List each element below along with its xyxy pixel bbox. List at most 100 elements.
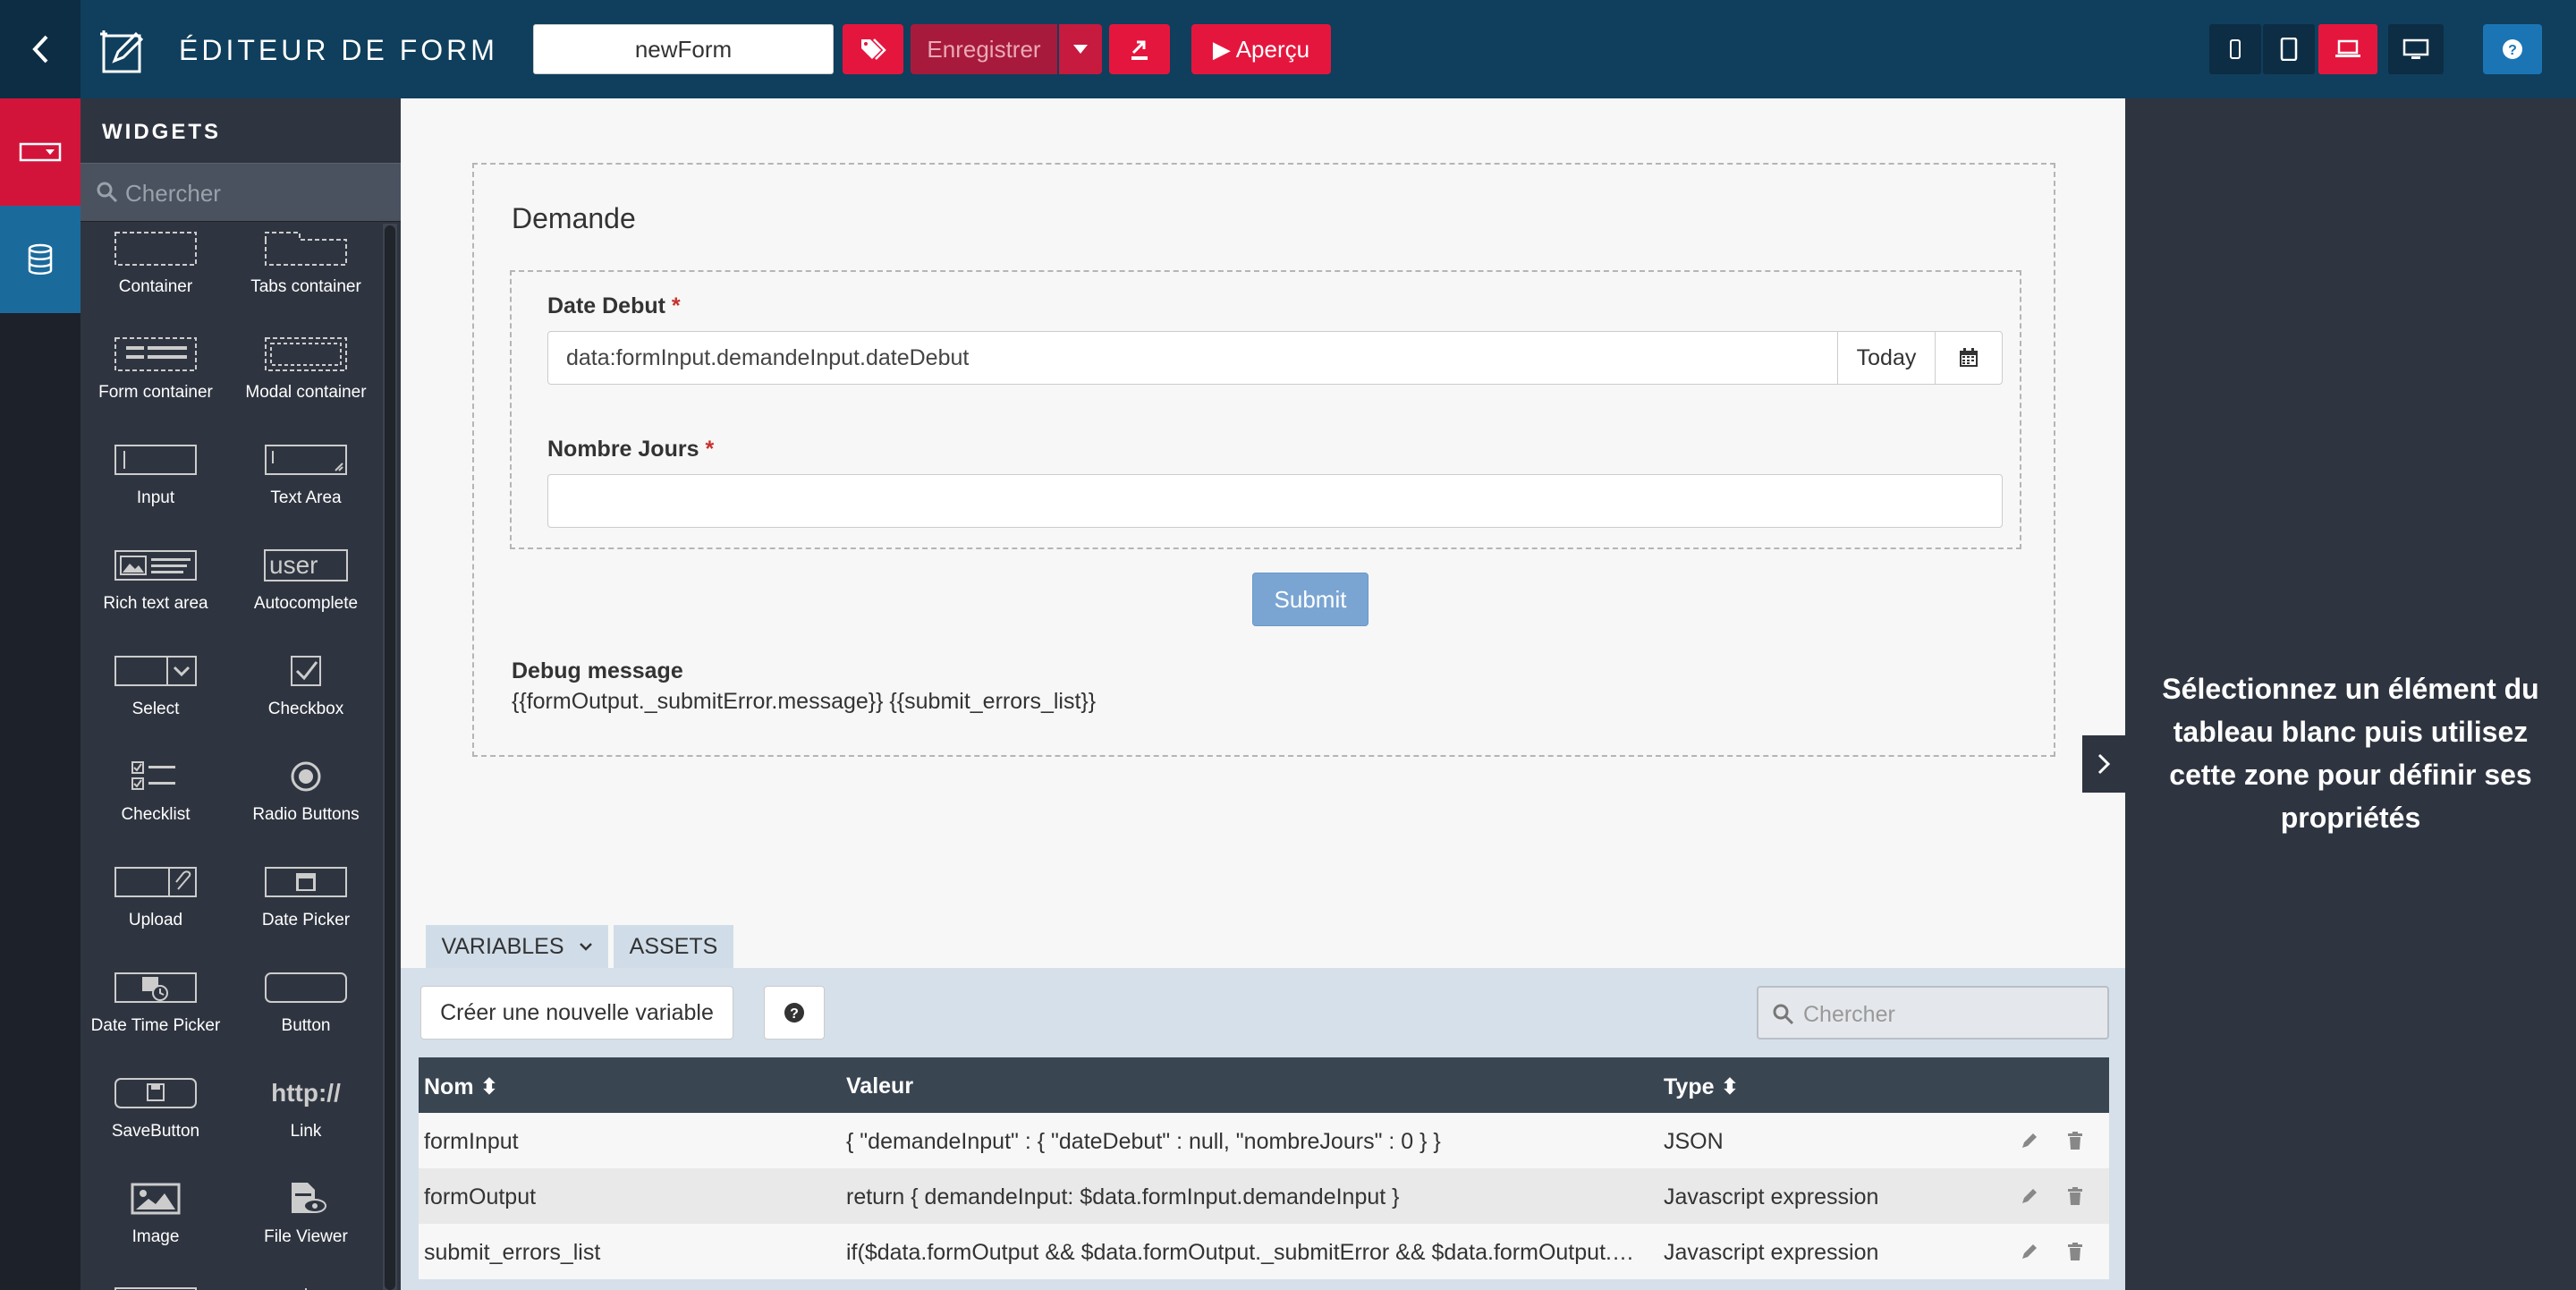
trash-icon[interactable] xyxy=(2066,1186,2084,1206)
widget-link[interactable]: http:// Link xyxy=(231,1068,381,1174)
table-row[interactable]: submit_errors_list if($data.formOutput &… xyxy=(419,1224,2109,1279)
widget-partial-2[interactable] xyxy=(231,1279,381,1290)
widgets-panel: WIDGETS Chercher Container Tabs containe… xyxy=(80,98,401,1290)
widget-upload[interactable]: Upload xyxy=(80,857,231,963)
checkbox-icon xyxy=(291,656,321,686)
save-button-icon xyxy=(114,1078,197,1108)
modal-container-icon xyxy=(265,337,347,371)
variable-type: Javascript expression xyxy=(1664,1240,1879,1265)
variables-search-input[interactable]: Chercher xyxy=(1757,986,2109,1040)
widget-form-container[interactable]: Form container xyxy=(80,329,231,435)
submit-button[interactable]: Submit xyxy=(1252,573,1368,626)
form-name-input[interactable] xyxy=(533,24,834,74)
text-area-icon xyxy=(265,445,347,475)
tags-button[interactable] xyxy=(843,24,903,74)
widget-file-viewer[interactable]: File Viewer xyxy=(231,1174,381,1279)
column-value-header: Valeur xyxy=(846,1074,914,1099)
expand-properties-button[interactable] xyxy=(2082,735,2125,793)
preview-button[interactable]: ▶ Aperçu xyxy=(1191,24,1331,74)
form-fields-container[interactable]: Date Debut * data:formInput.demandeInput… xyxy=(510,270,2021,549)
edit-icon[interactable] xyxy=(2020,1186,2039,1206)
widget-partial-1[interactable] xyxy=(80,1279,231,1290)
table-row[interactable]: formOutput return { demandeInput: $data.… xyxy=(419,1168,2109,1224)
upload-icon xyxy=(114,867,197,897)
calendar-icon xyxy=(1960,348,1978,367)
widgets-icon xyxy=(19,142,62,162)
widget-modal-container[interactable]: Modal container xyxy=(231,329,381,435)
widget-text-area[interactable]: Text Area xyxy=(231,435,381,540)
rail-data-tab[interactable] xyxy=(0,206,80,313)
new-variable-button[interactable]: Créer une nouvelle variable xyxy=(420,986,733,1040)
page-title: ÉDITEUR DE FORM xyxy=(179,34,498,66)
back-button[interactable] xyxy=(0,0,80,98)
variables-table-header: Nom ⬍ Valeur Type ⬍ xyxy=(419,1057,2109,1113)
variable-name: formOutput xyxy=(424,1184,537,1209)
widget-input[interactable]: Input xyxy=(80,435,231,540)
widget-rich-text-area[interactable]: Rich text area xyxy=(80,540,231,646)
help-button[interactable]: ? xyxy=(2483,24,2542,74)
column-name-header[interactable]: Nom ⬍ xyxy=(424,1074,498,1100)
caret-down-icon xyxy=(1073,45,1088,54)
button-icon xyxy=(265,972,347,1003)
top-bar: ÉDITEUR DE FORM Enregistrer ▶ Aperçu ? xyxy=(0,0,2576,98)
desktop-icon xyxy=(2402,38,2429,59)
widgets-scrollbar-thumb[interactable] xyxy=(385,225,395,1290)
device-phone-button[interactable] xyxy=(2209,24,2261,74)
widget-date-time-picker[interactable]: Date Time Picker xyxy=(80,963,231,1068)
device-tablet-button[interactable] xyxy=(2263,24,2315,74)
widget-checkbox[interactable]: Checkbox xyxy=(231,646,381,751)
rich-text-icon xyxy=(114,550,197,581)
widget-tabs-container[interactable]: Tabs container xyxy=(231,224,381,329)
widget-image[interactable]: Image xyxy=(80,1174,231,1279)
left-rail xyxy=(0,98,80,1290)
device-desktop-button[interactable] xyxy=(2388,24,2444,74)
widget-button[interactable]: Button xyxy=(231,963,381,1068)
widget-select[interactable]: Select xyxy=(80,646,231,751)
edit-icon[interactable] xyxy=(2020,1242,2039,1261)
widget-container[interactable]: Container xyxy=(80,224,231,329)
image-icon xyxy=(131,1183,181,1215)
trash-icon[interactable] xyxy=(2066,1131,2084,1150)
container-icon xyxy=(114,232,197,266)
variables-help-button[interactable]: ? xyxy=(764,986,825,1040)
nombre-jours-label-text: Nombre Jours xyxy=(547,437,699,462)
tab-assets[interactable]: ASSETS xyxy=(614,925,733,968)
question-icon: ? xyxy=(2503,39,2522,59)
save-dropdown-button[interactable] xyxy=(1059,24,1102,74)
device-laptop-button[interactable] xyxy=(2318,24,2377,74)
today-button[interactable]: Today xyxy=(1837,331,1936,385)
variables-search-placeholder: Chercher xyxy=(1803,1002,1895,1027)
save-button[interactable]: Enregistrer xyxy=(911,24,1057,74)
svg-text:?: ? xyxy=(790,1006,799,1022)
widgets-title: WIDGETS xyxy=(102,120,221,144)
trash-icon[interactable] xyxy=(2066,1242,2084,1261)
chevron-right-icon xyxy=(2097,753,2111,775)
calendar-button[interactable] xyxy=(1935,331,2003,385)
table-row[interactable]: formInput { "demandeInput" : { "dateDebu… xyxy=(419,1113,2109,1168)
widget-checklist[interactable]: Checklist xyxy=(80,751,231,857)
widget-save-button[interactable]: SaveButton xyxy=(80,1068,231,1174)
date-debut-input[interactable]: data:formInput.demandeInput.dateDebut xyxy=(547,331,1839,385)
export-button[interactable] xyxy=(1109,24,1170,74)
column-type-header[interactable]: Type ⬍ xyxy=(1664,1074,1739,1100)
question-icon: ? xyxy=(784,1003,804,1023)
form-editor-icon xyxy=(100,30,144,73)
date-debut-value: data:formInput.demandeInput.dateDebut xyxy=(566,344,970,370)
form-container[interactable]: Demande Date Debut * data:formInput.dema… xyxy=(472,163,2055,757)
rail-widgets-tab[interactable] xyxy=(0,98,80,206)
edit-icon[interactable] xyxy=(2020,1131,2039,1150)
widget-autocomplete[interactable]: user Autocomplete xyxy=(231,540,381,646)
select-icon xyxy=(114,656,197,686)
nombre-jours-label: Nombre Jours * xyxy=(547,437,714,463)
search-icon xyxy=(97,182,118,203)
widget-date-picker[interactable]: Date Picker xyxy=(231,857,381,963)
sort-icon: ⬍ xyxy=(479,1074,499,1099)
tabs-container-icon xyxy=(265,232,347,266)
tab-variables-label: VARIABLES xyxy=(441,933,564,959)
tags-icon xyxy=(861,38,886,60)
widget-radio-buttons[interactable]: Radio Buttons xyxy=(231,751,381,857)
properties-panel: Sélectionnez un élément du tableau blanc… xyxy=(2125,98,2576,1290)
tab-variables[interactable]: VARIABLES xyxy=(426,925,608,968)
widgets-search-input[interactable]: Chercher xyxy=(80,163,401,222)
nombre-jours-input[interactable] xyxy=(547,474,2003,528)
